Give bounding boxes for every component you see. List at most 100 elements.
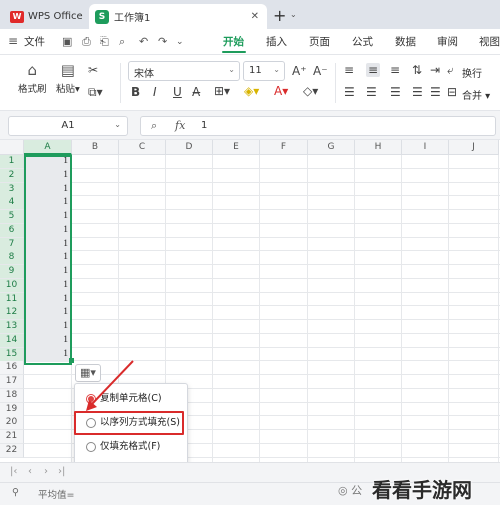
name-box[interactable]: A1 ⌄ [8,116,128,136]
row-header-11[interactable]: 11 [0,292,24,307]
fx-icon[interactable]: fx [175,119,185,132]
indent-icon[interactable]: ⇥ [430,63,440,77]
column-header-j[interactable]: J [449,140,499,155]
column-header-e[interactable]: E [213,140,260,155]
column-header-b[interactable]: B [72,140,119,155]
row-header-1[interactable]: 1 [0,155,24,169]
row-header-17[interactable]: 17 [0,375,24,389]
formula-input[interactable]: ⌕ fx 1 [140,116,496,136]
clear-format-icon[interactable]: ◇▾ [303,84,318,98]
align-right-icon[interactable]: ☰ [390,85,401,99]
italic-icon[interactable]: I [153,85,157,99]
font-size-select[interactable]: 11 ⌄ [243,61,285,81]
align-center-icon[interactable]: ☰ [366,85,377,99]
strikethrough-icon[interactable]: A̶ [192,85,200,99]
orientation-icon[interactable]: ⇅ [412,63,422,77]
fill-color-icon[interactable]: ◈▾ [244,84,259,98]
redo-icon[interactable]: ↷ [158,35,167,48]
hamburger-menu-icon[interactable]: ≡ [8,34,18,48]
chevron-down-icon[interactable]: ⌄ [290,10,297,19]
column-header-c[interactable]: C [119,140,166,155]
wrap-icon[interactable]: ⤶ [447,63,454,78]
column-header-h[interactable]: H [355,140,402,155]
row-header-19[interactable]: 19 [0,402,24,417]
fill-handle[interactable] [69,358,74,364]
next-sheet-icon[interactable]: › [44,466,48,477]
row-header-21[interactable]: 21 [0,430,24,444]
column-header-f[interactable]: F [260,140,308,155]
align-top-icon[interactable]: ≡ [344,63,354,77]
row-header-3[interactable]: 3 [0,182,24,197]
print-preview-icon[interactable]: ⌕ [119,35,125,49]
save-icon[interactable]: ▣ [62,35,72,48]
menu-file[interactable]: 文件 [24,34,45,49]
tab-home[interactable]: 开始 [223,34,244,49]
tab-data[interactable]: 数据 [395,34,416,49]
grid-line [24,291,500,293]
copy-icon[interactable]: ⧉▾ [88,85,103,100]
align-left-icon[interactable]: ☰ [344,85,355,99]
row-header-15[interactable]: 15 [0,347,24,362]
workbook-tab[interactable]: S 工作簿1 ✕ [89,4,267,29]
row-header-10[interactable]: 10 [0,278,24,293]
tab-insert[interactable]: 插入 [266,34,287,49]
bold-icon[interactable]: B [131,85,140,99]
column-header-i[interactable]: I [402,140,449,155]
column-header-g[interactable]: G [308,140,355,155]
wrap-text-button[interactable]: 换行 [462,65,482,80]
first-sheet-icon[interactable]: |‹ [10,466,17,477]
copy-cells-option[interactable]: 复制单元格(C) [75,389,189,409]
align-middle-icon[interactable]: ≡ [366,63,381,77]
prev-sheet-icon[interactable]: ‹ [28,466,32,477]
row-header-9[interactable]: 9 [0,265,24,279]
distributed-icon[interactable]: ☰ [430,85,441,99]
row-header-20[interactable]: 20 [0,416,24,431]
merge-icon[interactable]: ⊟ [447,85,457,99]
highlight-annotation-box [74,411,184,435]
row-header-8[interactable]: 8 [0,251,24,266]
row-header-18[interactable]: 18 [0,388,24,403]
search-icon[interactable]: ⌕ [151,119,157,133]
font-name-select[interactable]: 宋体 ⌄ [128,61,240,81]
row-header-6[interactable]: 6 [0,223,24,238]
quick-access-more-icon[interactable]: ⌄ [176,37,184,47]
align-bottom-icon[interactable]: ≡ [390,63,400,77]
cut-icon[interactable]: ✂ [88,63,98,77]
undo-icon[interactable]: ↶ [139,35,148,48]
row-header-4[interactable]: 4 [0,196,24,211]
selection-range [24,155,72,365]
merge-cells-button[interactable]: 合并 ▾ [462,87,490,102]
last-sheet-icon[interactable]: ›| [58,466,65,477]
row-header-12[interactable]: 12 [0,306,24,321]
autofill-options-button[interactable]: ▦▾ [75,364,101,382]
fill-formatting-only-option[interactable]: 仅填充格式(F) [75,437,189,457]
row-header-7[interactable]: 7 [0,237,24,252]
justify-icon[interactable]: ☰ [412,85,423,99]
wps-home-tab[interactable]: W WPS Office [4,4,84,29]
font-color-icon[interactable]: A▾ [274,84,288,98]
column-header-a[interactable]: A [24,140,72,155]
grid-line [24,319,500,320]
close-tab-icon[interactable]: ✕ [251,11,259,22]
row-header-2[interactable]: 2 [0,168,24,183]
increase-font-icon[interactable]: A⁺ [292,64,307,78]
row-header-16[interactable]: 16 [0,361,24,376]
print-icon[interactable]: ⎗ [100,35,109,49]
format-painter-button[interactable]: ⌂ 格式刷 [18,61,47,95]
row-header-14[interactable]: 14 [0,333,24,348]
tab-formula[interactable]: 公式 [352,34,373,49]
row-header-5[interactable]: 5 [0,210,24,224]
select-all-corner[interactable] [0,140,24,155]
tab-view[interactable]: 视图 [479,34,500,49]
borders-icon[interactable]: ⊞▾ [214,84,230,98]
paste-button[interactable]: ▤ 粘贴▾ [56,61,80,95]
row-header-22[interactable]: 22 [0,443,24,458]
underline-icon[interactable]: U [173,85,182,99]
decrease-font-icon[interactable]: A⁻ [313,64,328,78]
tab-review[interactable]: 审阅 [437,34,458,49]
row-header-13[interactable]: 13 [0,320,24,334]
export-pdf-icon[interactable]: ⎙ [82,35,91,49]
tab-page[interactable]: 页面 [309,34,330,49]
new-tab-icon[interactable]: + [273,6,286,25]
column-header-d[interactable]: D [166,140,213,155]
